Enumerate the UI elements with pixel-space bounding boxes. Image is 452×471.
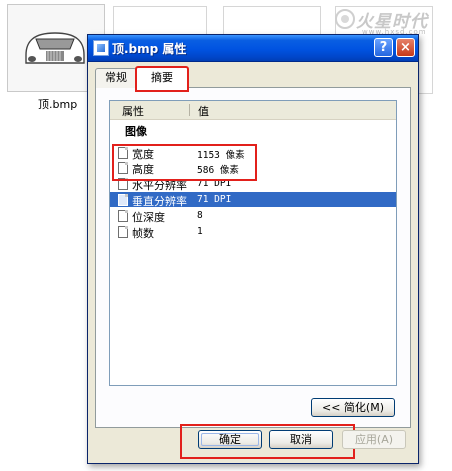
list-row-bit-depth[interactable]: 位深度 8 (110, 208, 396, 224)
tab-general[interactable]: 常规 (95, 68, 137, 88)
watermark-emblem-icon (335, 9, 355, 29)
title-bar[interactable]: 顶.bmp 属性 ? × (88, 35, 418, 62)
car-thumbnail-image (25, 32, 85, 64)
property-value: 1153 像素 (197, 150, 245, 161)
column-header-value[interactable]: 值 (198, 103, 209, 119)
cancel-button[interactable]: 取消 (269, 430, 333, 449)
property-value: 1 (197, 226, 203, 237)
property-value: 71 DPI (197, 194, 232, 205)
ok-button-label: 确定 (219, 433, 241, 446)
dialog-title: 顶.bmp 属性 (112, 42, 187, 56)
property-icon (118, 194, 128, 206)
property-list[interactable]: 属性 值 图像 宽度 1153 像素 高度 586 像素 水平分辨率 71 DP… (109, 100, 397, 386)
list-row-height[interactable]: 高度 586 像素 (110, 160, 396, 176)
simplify-button[interactable]: << 简化(M) (311, 398, 395, 417)
thumbnail-filename[interactable]: 顶.bmp (36, 96, 79, 112)
close-button[interactable]: × (396, 38, 415, 57)
property-icon (118, 210, 128, 222)
ok-button[interactable]: 确定 (198, 430, 262, 449)
property-value: 8 (197, 210, 203, 221)
property-name: 水平分辨率 (132, 179, 187, 192)
list-header: 属性 值 (110, 101, 396, 120)
column-header-property[interactable]: 属性 (122, 103, 144, 119)
property-icon (118, 162, 128, 174)
property-icon (118, 178, 128, 190)
property-value: 586 像素 (197, 165, 239, 176)
property-name: 高度 (132, 163, 154, 176)
property-name: 帧数 (132, 227, 154, 240)
property-icon (118, 147, 128, 159)
file-icon (93, 40, 109, 56)
property-name: 垂直分辨率 (132, 195, 187, 208)
list-row-frame-count[interactable]: 帧数 1 (110, 224, 396, 240)
column-separator[interactable] (189, 104, 190, 116)
tab-summary[interactable]: 摘要 (135, 66, 189, 92)
property-icon (118, 226, 128, 238)
property-name: 位深度 (132, 211, 165, 224)
list-row-horizontal-resolution[interactable]: 水平分辨率 71 DPI (110, 176, 396, 192)
list-row-vertical-resolution[interactable]: 垂直分辨率 71 DPI (110, 192, 396, 208)
help-button[interactable]: ? (374, 38, 393, 57)
list-row-width[interactable]: 宽度 1153 像素 (110, 145, 396, 161)
apply-button[interactable]: 应用(A) (342, 430, 406, 449)
properties-dialog: 顶.bmp 属性 ? × 常规 摘要 属性 值 图像 宽度 1153 像素 高度… (87, 34, 419, 464)
property-value: 71 DPI (197, 178, 232, 189)
group-heading: 图像 (125, 125, 147, 138)
